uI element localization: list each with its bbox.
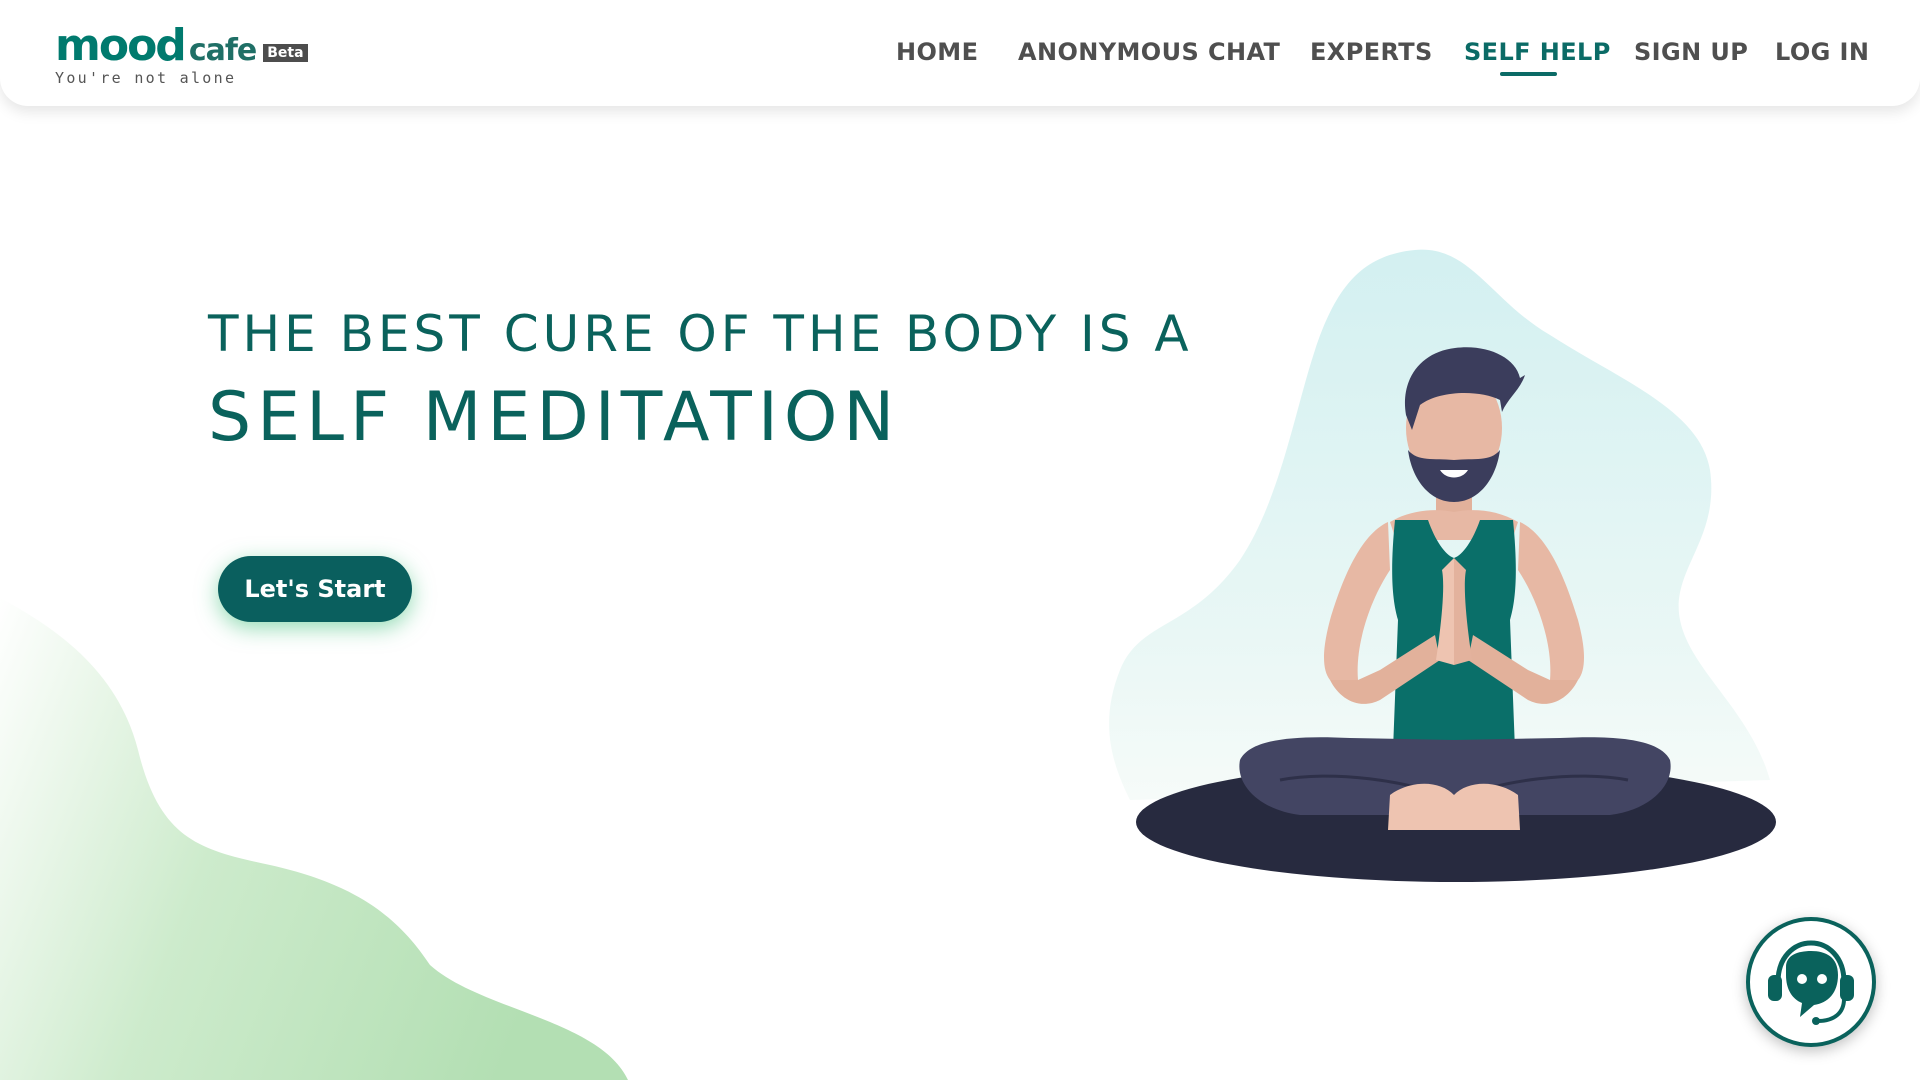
top-navbar: mood cafe Beta You're not alone HOME ANO… bbox=[0, 0, 1920, 106]
active-nav-indicator bbox=[1500, 72, 1557, 76]
nav-sign-up[interactable]: SIGN UP bbox=[1634, 38, 1748, 66]
nav-experts[interactable]: EXPERTS bbox=[1310, 38, 1433, 66]
nav-home[interactable]: HOME bbox=[896, 38, 978, 66]
hero-heading-line2: SELF MEDITATION bbox=[208, 378, 901, 457]
nav-self-help[interactable]: SELF HELP bbox=[1464, 38, 1611, 66]
chatbot-headset-icon bbox=[1768, 940, 1854, 1025]
chatbot-support-button[interactable] bbox=[1746, 917, 1876, 1047]
main-nav: HOME ANONYMOUS CHAT EXPERTS SELF HELP SI… bbox=[0, 38, 1920, 78]
nav-anonymous-chat[interactable]: ANONYMOUS CHAT bbox=[1018, 38, 1280, 66]
hero-heading-line1: THE BEST CURE OF THE BODY IS A bbox=[208, 305, 1193, 363]
lets-start-button[interactable]: Let's Start bbox=[218, 556, 412, 622]
meditating-man-icon bbox=[1109, 249, 1776, 882]
nav-log-in[interactable]: LOG IN bbox=[1775, 38, 1869, 66]
green-background-blob bbox=[0, 598, 628, 1080]
